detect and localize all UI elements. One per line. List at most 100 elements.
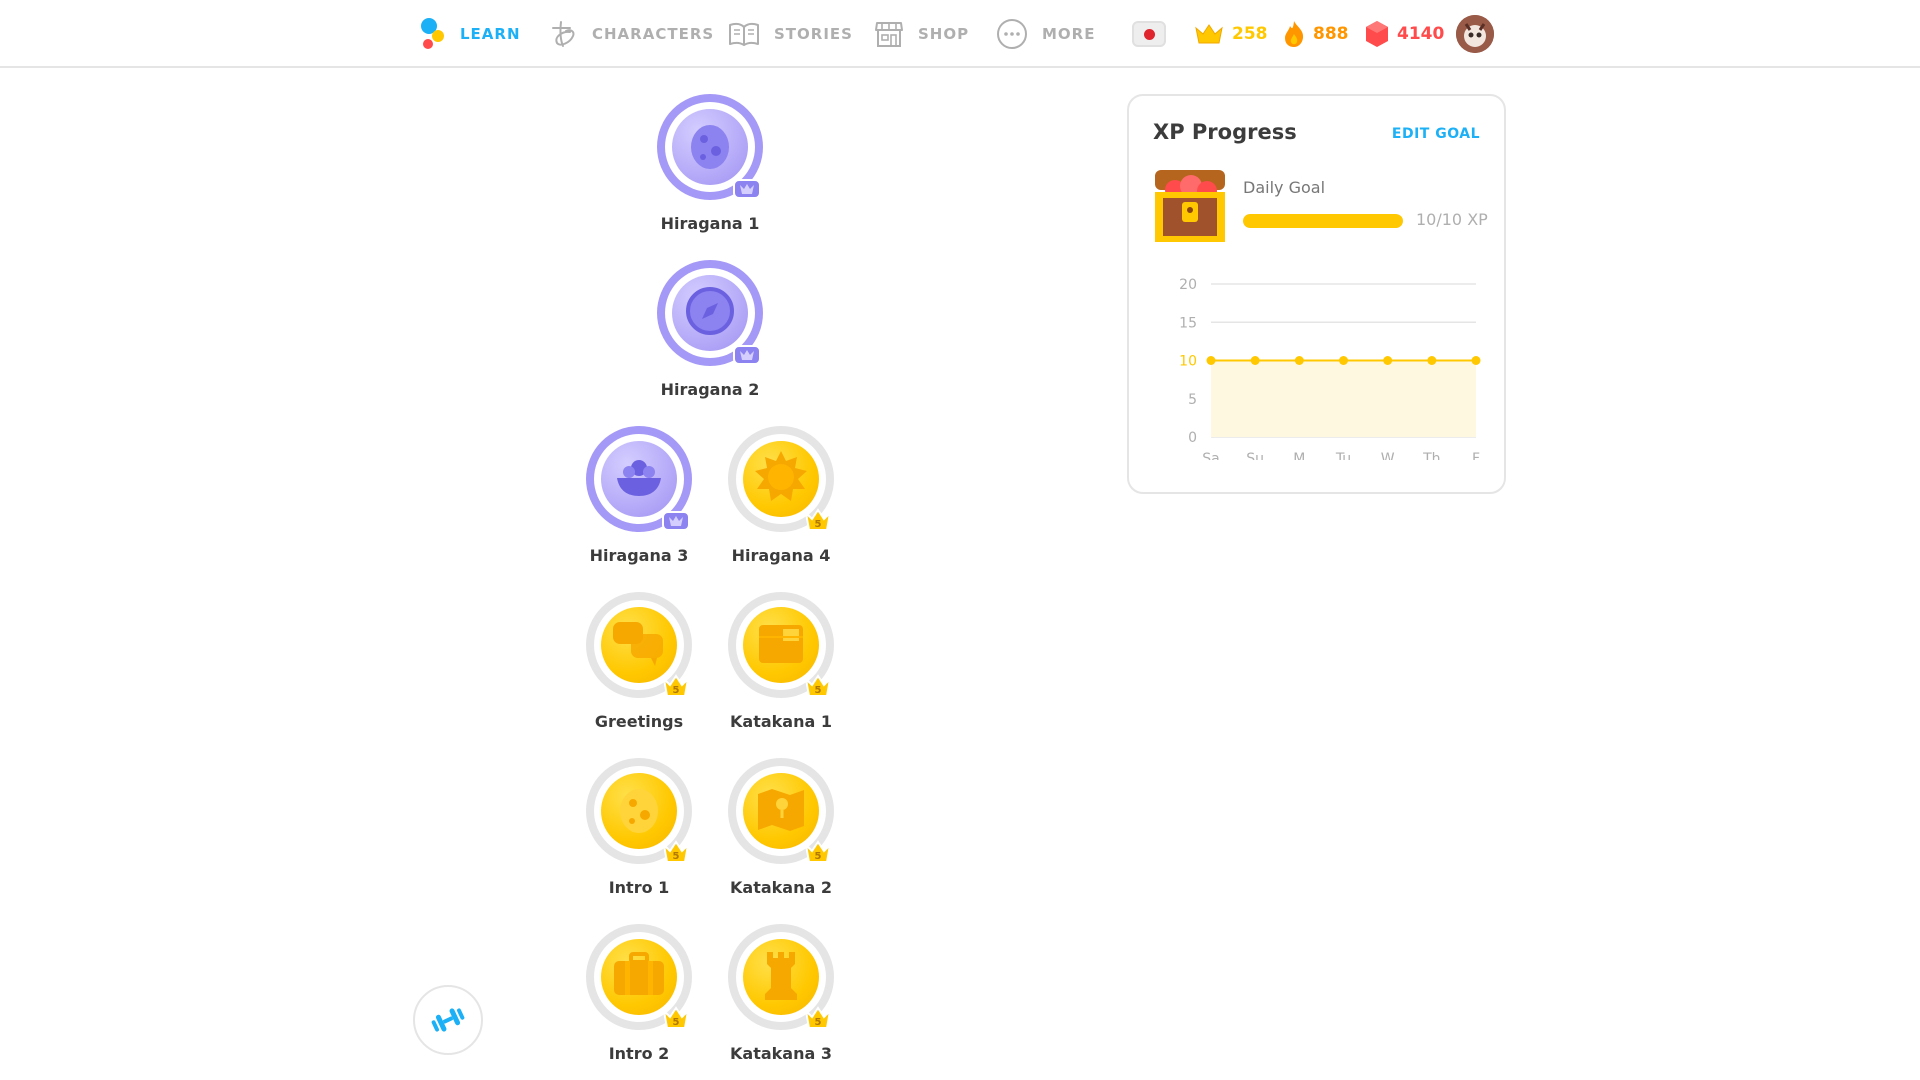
avatar-image-icon: [1456, 15, 1494, 53]
crowns-counter[interactable]: 258: [1194, 0, 1268, 68]
practice-button[interactable]: [413, 985, 483, 1055]
egg-icon: [616, 783, 662, 839]
svg-text:5: 5: [815, 685, 822, 696]
skill-hiragana-2[interactable]: Hiragana 2: [635, 260, 785, 399]
crown-level-badge-icon: 5: [804, 674, 832, 698]
hiragana-a-icon: [552, 21, 575, 47]
nav-shop-label: SHOP: [918, 25, 970, 43]
compass-icon: [684, 285, 736, 341]
legendary-badge-icon: [662, 508, 690, 532]
skill-icon-disc: [743, 441, 819, 517]
y-tick-label: 20: [1179, 277, 1197, 293]
crown-level-badge-icon: 5: [804, 840, 832, 864]
x-tick-label: Tu: [1335, 451, 1351, 460]
xp-point: [1339, 356, 1348, 365]
streak-counter[interactable]: 888: [1283, 0, 1349, 68]
y-tick-label: 0: [1188, 430, 1197, 446]
xp-point: [1471, 356, 1481, 365]
xp-point: [1250, 356, 1260, 365]
skill-name: Greetings: [594, 712, 684, 731]
streak-value: 888: [1313, 24, 1349, 44]
legendary-badge-icon: [733, 176, 761, 200]
more-dots-icon: [997, 19, 1027, 49]
skill-icon-disc: [601, 939, 677, 1015]
language-flag[interactable]: [1132, 21, 1166, 47]
nav-learn[interactable]: LEARN: [418, 0, 521, 68]
skill-name: Intro 2: [608, 1044, 670, 1063]
skill-name: Hiragana 1: [660, 214, 760, 233]
nav-more[interactable]: MORE: [996, 0, 1095, 68]
skill-intro-1[interactable]: 5 Intro 1: [564, 758, 714, 897]
crown-level-badge-icon: 5: [662, 674, 690, 698]
xp-point: [1294, 356, 1304, 365]
edit-goal-button[interactable]: EDIT GOAL: [1392, 126, 1480, 142]
shop-icon: [875, 22, 903, 47]
skill-icon-disc: [672, 275, 748, 351]
skill-icon-disc: [601, 607, 677, 683]
svg-text:5: 5: [815, 851, 822, 862]
svg-text:5: 5: [815, 1017, 822, 1028]
box-icon: [755, 619, 807, 671]
map-icon: [754, 784, 808, 838]
skill-hiragana-4[interactable]: 5 Hiragana 4: [706, 426, 856, 565]
x-tick-label: Su: [1246, 451, 1264, 460]
nav-shop[interactable]: SHOP: [874, 0, 969, 68]
skill-name: Intro 1: [608, 878, 670, 897]
skill-katakana-3[interactable]: 5 Katakana 3: [706, 924, 856, 1063]
nav-more-label: MORE: [1042, 25, 1096, 43]
skill-icon-disc: [743, 607, 819, 683]
nav-learn-label: LEARN: [460, 25, 521, 43]
skill-intro-2[interactable]: 5 Intro 2: [564, 924, 714, 1063]
crown-level-badge-icon: 5: [804, 508, 832, 532]
x-tick-label: F: [1472, 451, 1480, 460]
egg-icon: [687, 119, 733, 175]
skill-icon-disc: [743, 939, 819, 1015]
x-tick-label: Sa: [1202, 451, 1219, 460]
skill-icon-disc: [672, 109, 748, 185]
crown-icon: [1195, 24, 1223, 44]
skill-greetings[interactable]: 5 Greetings: [564, 592, 714, 731]
skill-progress-ring: 5: [728, 758, 834, 864]
skill-hiragana-3[interactable]: Hiragana 3: [564, 426, 714, 565]
top-nav: LEARN CHARACTERS STORIES SHOP MORE 258 8…: [0, 0, 1920, 68]
speech-bubbles-icon: [611, 618, 667, 672]
skill-name: Katakana 2: [730, 878, 832, 897]
owl-logo-icon: [421, 18, 444, 49]
skill-katakana-2[interactable]: 5 Katakana 2: [706, 758, 856, 897]
nav-stories[interactable]: STORIES: [728, 0, 853, 68]
skill-hiragana-1[interactable]: Hiragana 1: [635, 94, 785, 233]
skill-name: Katakana 1: [730, 712, 832, 731]
gems-counter[interactable]: 4140: [1365, 0, 1444, 68]
skill-progress-ring: 5: [586, 924, 692, 1030]
skill-name: Hiragana 2: [660, 380, 760, 399]
daily-goal-progress-text: 10/10 XP: [1416, 210, 1488, 229]
xp-point: [1206, 356, 1216, 365]
gem-icon: [1366, 21, 1388, 47]
xp-area: [1211, 360, 1476, 437]
xp-chart: 0 5 10 15 20 Sa Su M Tu W Th F: [1179, 277, 1481, 460]
crowns-value: 258: [1232, 24, 1268, 44]
legendary-badge-icon: [733, 342, 761, 366]
svg-text:5: 5: [815, 519, 822, 530]
skill-progress-ring: 5: [728, 426, 834, 532]
skill-progress-ring: [657, 260, 763, 366]
y-tick-label: 5: [1188, 392, 1197, 408]
daily-goal-label: Daily Goal: [1243, 178, 1326, 197]
xp-point: [1383, 356, 1393, 365]
nav-characters[interactable]: CHARACTERS: [548, 0, 714, 68]
skill-name: Hiragana 3: [589, 546, 689, 565]
skill-progress-ring: [657, 94, 763, 200]
skill-icon-disc: [743, 773, 819, 849]
flame-icon: [1285, 21, 1304, 47]
skill-icon-disc: [601, 441, 677, 517]
x-tick-label: Th: [1422, 451, 1440, 460]
skill-name: Hiragana 4: [731, 546, 831, 565]
avatar[interactable]: [1456, 15, 1494, 53]
skill-progress-ring: 5: [586, 758, 692, 864]
chess-rook-icon: [761, 948, 801, 1006]
skill-katakana-1[interactable]: 5 Katakana 1: [706, 592, 856, 731]
crown-level-badge-icon: 5: [662, 840, 690, 864]
skill-name: Katakana 3: [730, 1044, 832, 1063]
daily-goal-progress-fill: [1243, 214, 1403, 228]
sun-icon: [753, 449, 809, 509]
